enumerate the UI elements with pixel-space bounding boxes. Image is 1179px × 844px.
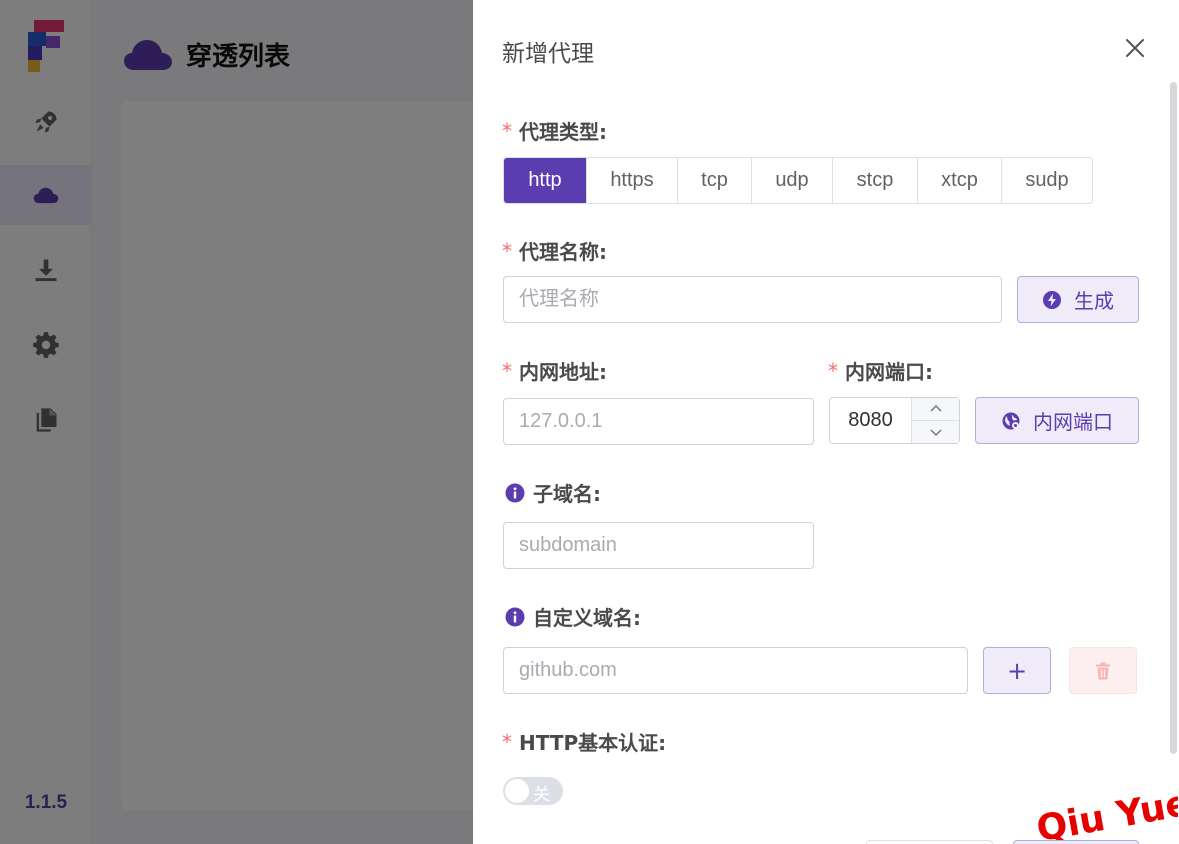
proxy-type-tcp[interactable]: tcp [677,158,751,203]
proxy-type-label: * 代理类型: [502,118,607,145]
plus-icon: + [1006,656,1028,685]
proxy-type-selector: http https tcp udp stcp xtcp sudp [503,157,1093,204]
required-mark: * [502,729,512,754]
subdomain-input[interactable] [503,522,814,569]
local-port-value[interactable]: 8080 [830,398,911,443]
proxy-type-stcp[interactable]: stcp [832,158,917,203]
local-port-button[interactable]: 内网端口 [975,397,1139,444]
switch-knob [505,779,529,803]
local-port-stepper: 8080 [829,397,960,444]
custom-domain-input[interactable] [503,647,968,694]
drawer-scrollbar[interactable] [1170,82,1177,754]
globe-icon [1002,412,1020,429]
trash-icon [1096,662,1110,679]
required-mark: * [502,238,512,263]
watermark-text: Qiu Yue [1034,783,1178,840]
subdomain-label: 子域名: [505,478,601,507]
chevron-up-icon [929,404,942,412]
cancel-button[interactable] [866,840,993,844]
local-ip-label: * 内网地址: [502,358,607,385]
generate-name-button[interactable]: 生成 [1017,276,1139,323]
local-ip-input[interactable] [503,398,814,445]
required-mark: * [502,358,512,383]
submit-button[interactable] [1013,840,1139,844]
custom-domain-label: 自定义域名: [505,602,641,631]
add-proxy-drawer: 新增代理 * 代理类型: http https tcp udp stcp xtc… [473,0,1179,844]
required-mark: * [502,118,512,143]
close-icon[interactable] [1123,36,1147,60]
proxy-type-udp[interactable]: udp [751,158,832,203]
proxy-name-label: * 代理名称: [502,238,607,265]
increment-button[interactable] [912,398,959,421]
info-icon [505,483,525,502]
watermark: Qiu Yue [1033,782,1178,840]
local-port-label: * 内网端口: [828,358,933,385]
stepper-controls [911,398,959,443]
proxy-name-input[interactable] [503,276,1002,323]
proxy-type-xtcp[interactable]: xtcp [917,158,1001,203]
lightning-icon [1043,290,1061,309]
proxy-type-http[interactable]: http [504,158,586,203]
proxy-type-https[interactable]: https [586,158,677,203]
add-domain-button[interactable]: + [983,647,1051,694]
http-auth-switch[interactable]: 关 [503,777,563,805]
drawer-title: 新增代理 [502,41,594,67]
delete-domain-button[interactable] [1069,647,1137,694]
http-auth-label: * HTTP基本认证: [502,729,667,756]
decrement-button[interactable] [912,421,959,443]
chevron-down-icon [929,429,942,437]
info-icon [505,607,525,626]
switch-state-text: 关 [533,785,550,805]
proxy-type-sudp[interactable]: sudp [1001,158,1092,203]
required-mark: * [828,358,838,383]
